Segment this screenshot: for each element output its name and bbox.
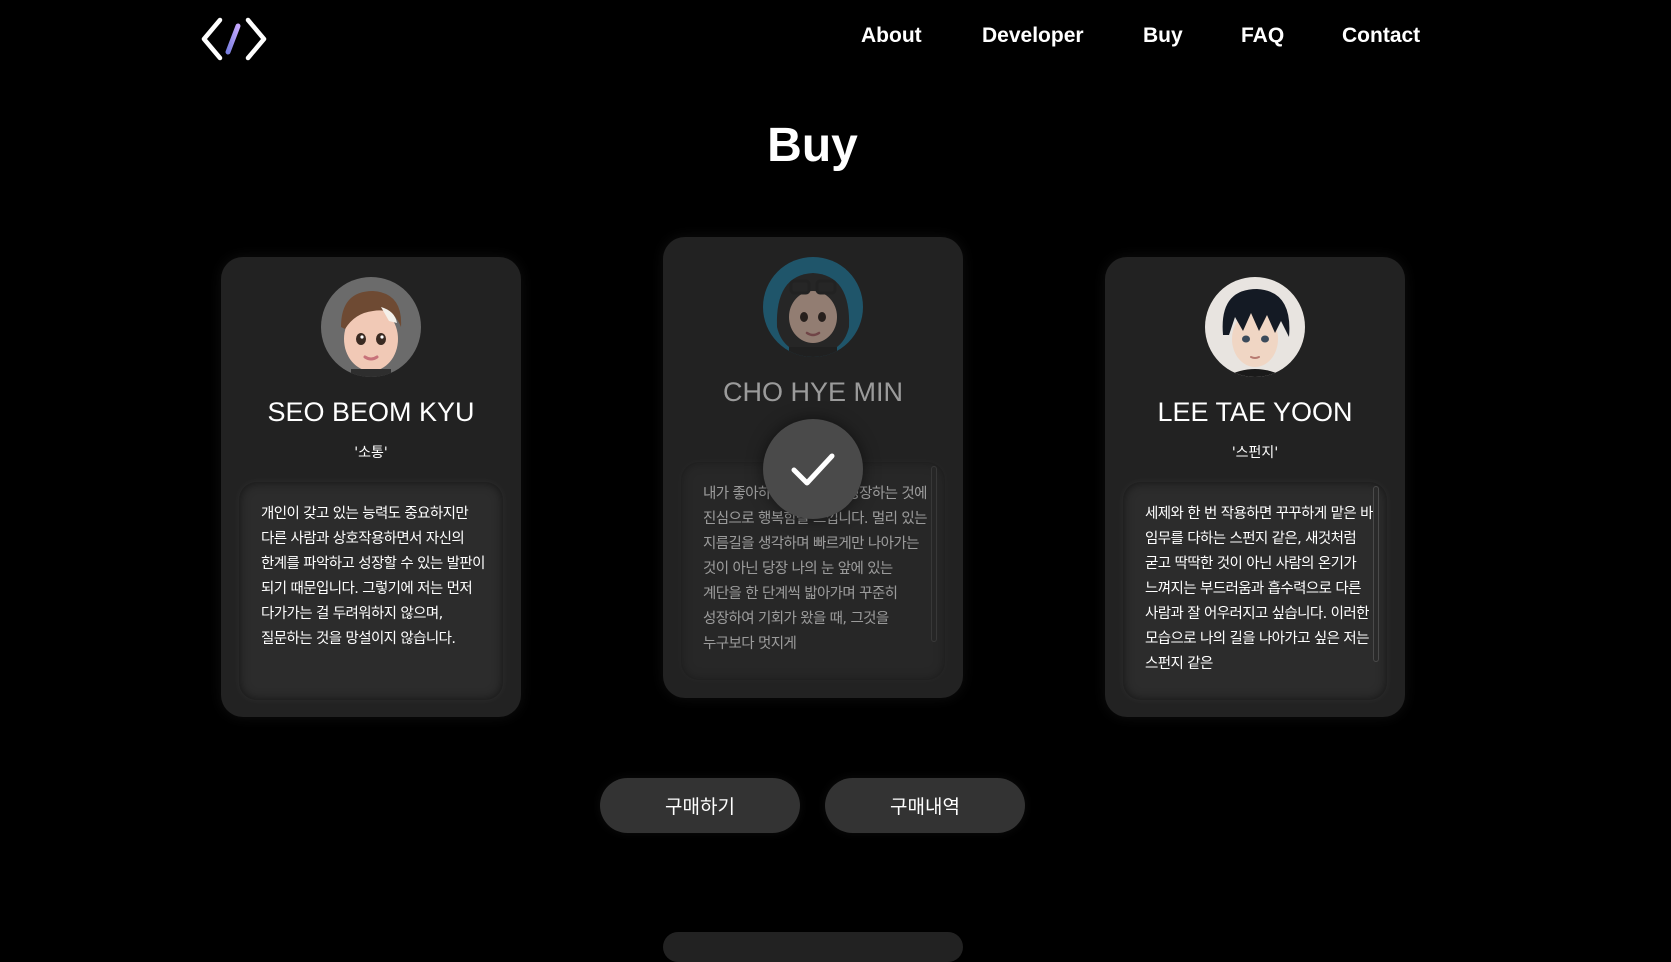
site-header: About Developer Buy FAQ Contact bbox=[0, 0, 1671, 80]
code-brackets-icon[interactable] bbox=[200, 16, 268, 62]
next-section-card bbox=[663, 932, 963, 962]
nav-item-contact[interactable]: Contact bbox=[1342, 24, 1420, 48]
avatar bbox=[321, 277, 421, 377]
checkmark-icon bbox=[791, 453, 835, 486]
developer-card-seo[interactable]: SEO BEOM KYU '소통' 개인이 갖고 있는 능력도 중요하지만 다른… bbox=[221, 257, 521, 717]
buy-button[interactable]: 구매하기 bbox=[600, 778, 800, 833]
developer-card-cho[interactable]: CHO HYE MIN 내가 좋아하는 일을 하며 성장하는 것에 진심으로 행… bbox=[663, 237, 963, 698]
card-nickname: '스펀지' bbox=[1231, 445, 1279, 461]
card-name: SEO BEOM KYU bbox=[267, 397, 475, 427]
nav-item-about[interactable]: About bbox=[861, 24, 922, 48]
card-name: CHO HYE MIN bbox=[722, 377, 903, 407]
card-description: 개인이 갖고 있는 능력도 중요하지만 다른 사람과 상호작용하면서 자신의 한… bbox=[261, 506, 485, 647]
description-scrollbar[interactable] bbox=[1373, 486, 1379, 662]
card-description-box: 세제와 한 번 작용하면 꾸꾸하게 맡은 바 임무를 다하는 스펀지 같은, 새… bbox=[1123, 482, 1387, 700]
avatar bbox=[763, 257, 863, 357]
nav-item-faq[interactable]: FAQ bbox=[1241, 24, 1284, 48]
purchase-history-button[interactable]: 구매내역 bbox=[825, 778, 1025, 833]
nav-item-buy[interactable]: Buy bbox=[1143, 24, 1183, 48]
page-title: Buy bbox=[767, 119, 858, 172]
avatar bbox=[1205, 277, 1305, 377]
developer-card-lee[interactable]: LEE TAE YOON '스펀지' 세제와 한 번 작용하면 꾸꾸하게 맡은 … bbox=[1105, 257, 1405, 717]
nav-item-developer[interactable]: Developer bbox=[982, 24, 1084, 48]
card-description: 세제와 한 번 작용하면 꾸꾸하게 맡은 바 임무를 다하는 스펀지 같은, 새… bbox=[1145, 506, 1374, 672]
selected-check-badge bbox=[763, 419, 863, 519]
card-name: LEE TAE YOON bbox=[1157, 397, 1353, 427]
card-nickname: '소통' bbox=[354, 445, 388, 461]
description-scrollbar[interactable] bbox=[931, 466, 937, 642]
card-description-box: 개인이 갖고 있는 능력도 중요하지만 다른 사람과 상호작용하면서 자신의 한… bbox=[239, 482, 503, 700]
